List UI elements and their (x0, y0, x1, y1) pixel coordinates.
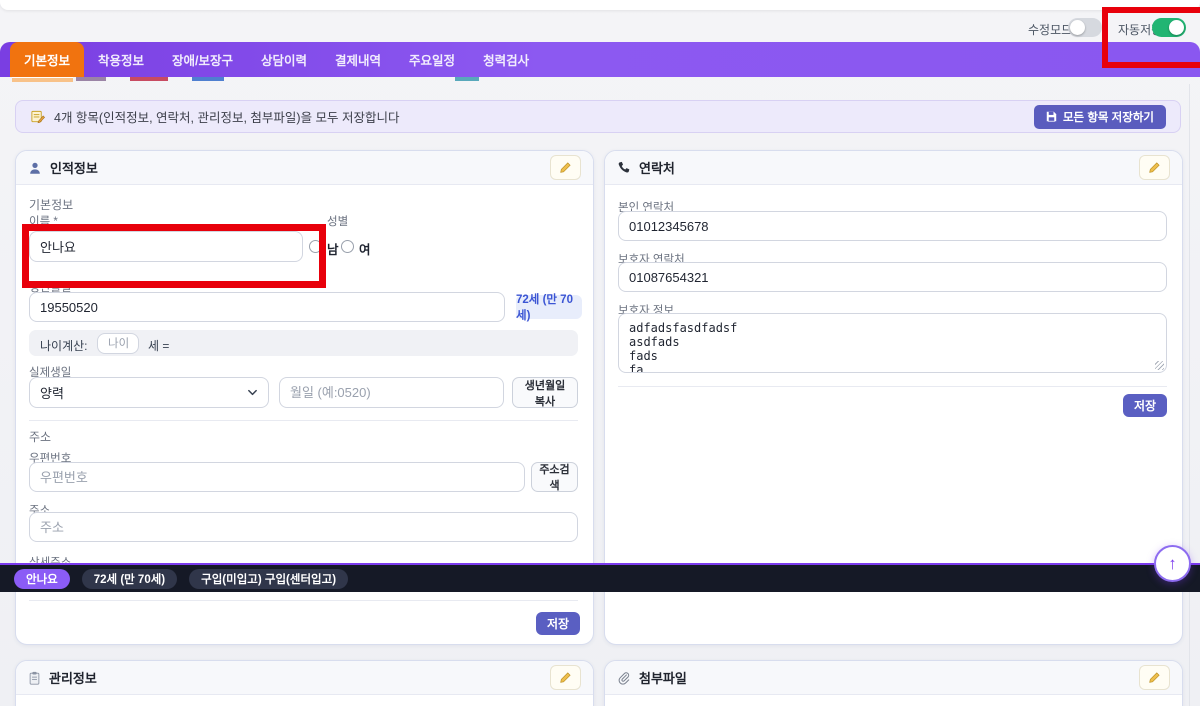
personal-info-save-button[interactable]: 저장 (536, 612, 580, 635)
scrollbar[interactable] (1189, 84, 1190, 706)
memo-icon (30, 109, 45, 124)
tab-basic-info[interactable]: 기본정보 (10, 42, 84, 77)
gender-male-label: 남 (327, 239, 339, 258)
calendar-select-value: 양력 (40, 383, 64, 402)
card-footer-divider (618, 386, 1167, 387)
tab-color-strip (76, 77, 106, 81)
patient-name-pill: 안나요 (14, 569, 70, 589)
edit-contact-button[interactable] (1139, 155, 1170, 180)
tab-color-strip (192, 77, 224, 81)
age-calc-suffix: 세 = (148, 337, 169, 354)
tab-disability-aids[interactable]: 장애/보장구 (158, 42, 247, 77)
guardian-info-textarea[interactable]: adfadsfasdfadsf asdfads fads fa (618, 313, 1167, 373)
clipboard-icon (28, 671, 41, 685)
app-page: 수정모드 자동저장 기본정보 착용정보 장애/보장구 상담이력 결제내역 주요일… (0, 0, 1200, 706)
save-all-button[interactable]: 모든 항목 저장하기 (1034, 105, 1166, 129)
card-title: 관리정보 (49, 668, 97, 687)
calendar-select[interactable]: 양력 (29, 377, 269, 408)
autosave-toggle[interactable] (1152, 18, 1186, 37)
tab-color-strip (455, 77, 479, 81)
banner-text: 4개 항목(인적정보, 연락처, 관리정보, 첨부파일)을 모두 저장합니다 (54, 107, 400, 126)
purchase-status-pill: 구입(미입고) 구입(센터입고) (189, 569, 348, 589)
monthday-input[interactable] (279, 377, 504, 408)
window-top-strip (0, 0, 1200, 10)
edit-personal-info-button[interactable] (550, 155, 581, 180)
card-title: 첨부파일 (639, 668, 687, 687)
card-title: 인적정보 (50, 158, 98, 177)
gender-female-radio[interactable] (341, 240, 354, 253)
name-input[interactable] (29, 231, 303, 262)
age-badge: 72세 (만 70세) (516, 295, 582, 319)
pencil-icon (559, 161, 572, 174)
patient-age-pill: 72세 (만 70세) (82, 569, 177, 589)
personal-info-header: 인적정보 (16, 151, 593, 185)
pencil-icon (559, 671, 572, 684)
scroll-to-top-button[interactable]: ↑ (1154, 545, 1191, 582)
address-section-label: 주소 (29, 428, 51, 445)
address-input[interactable] (29, 512, 578, 542)
section-divider (29, 420, 578, 421)
birthdate-input[interactable] (29, 292, 505, 322)
tab-color-strip (130, 77, 168, 81)
gender-label: 성별 (327, 213, 348, 229)
paperclip-icon (617, 671, 631, 685)
card-title: 연락처 (639, 158, 675, 177)
management-info-card: 관리정보 (15, 660, 594, 706)
age-calc-input[interactable] (97, 333, 139, 354)
self-phone-input[interactable] (618, 211, 1167, 241)
save-icon (1046, 111, 1057, 122)
address-search-button[interactable]: 주소검색 (531, 462, 578, 492)
tab-hearing-test[interactable]: 청력검사 (469, 42, 543, 77)
edit-management-button[interactable] (550, 665, 581, 690)
management-info-header: 관리정보 (16, 661, 593, 695)
tab-color-strip (12, 77, 73, 82)
edit-mode-label: 수정모드 (1028, 21, 1072, 38)
age-calc-label: 나이계산: (40, 337, 88, 354)
patient-summary-bar: 안나요 72세 (만 70세) 구입(미입고) 구입(센터입고) (0, 563, 1200, 592)
tab-schedule[interactable]: 주요일정 (395, 42, 469, 77)
card-footer-divider (29, 600, 578, 601)
contact-save-button[interactable]: 저장 (1123, 394, 1167, 417)
attachments-header: 첨부파일 (605, 661, 1182, 695)
save-all-button-label: 모든 항목 저장하기 (1063, 109, 1154, 125)
copy-birthdate-button[interactable]: 생년월일 복사 (512, 377, 578, 408)
contact-header: 연락처 (605, 151, 1182, 185)
textarea-resize-handle[interactable] (1155, 361, 1164, 370)
arrow-up-icon: ↑ (1168, 554, 1177, 574)
basic-section-label: 기본정보 (29, 196, 73, 213)
gender-male-radio[interactable] (309, 240, 322, 253)
phone-icon (617, 161, 631, 175)
postcode-input[interactable] (29, 462, 525, 492)
edit-attachments-button[interactable] (1139, 665, 1170, 690)
edit-mode-toggle[interactable] (1068, 18, 1102, 37)
pencil-icon (1148, 161, 1161, 174)
pencil-icon (1148, 671, 1161, 684)
attachments-card: 첨부파일 (604, 660, 1183, 706)
tab-bar: 기본정보 착용정보 장애/보장구 상담이력 결제내역 주요일정 청력검사 (0, 42, 1200, 77)
tab-wearing-info[interactable]: 착용정보 (84, 42, 158, 77)
tab-consult-history[interactable]: 상담이력 (247, 42, 321, 77)
toggle-knob (1070, 20, 1085, 35)
guardian-phone-input[interactable] (618, 262, 1167, 292)
save-all-banner: 4개 항목(인적정보, 연락처, 관리정보, 첨부파일)을 모두 저장합니다 모… (15, 100, 1181, 133)
chevron-down-icon (247, 387, 258, 398)
name-label: 이름 * (29, 213, 58, 229)
tab-payment-history[interactable]: 결제내역 (321, 42, 395, 77)
toggle-knob (1169, 20, 1184, 35)
person-icon (28, 161, 42, 175)
gender-female-label: 여 (359, 239, 371, 258)
